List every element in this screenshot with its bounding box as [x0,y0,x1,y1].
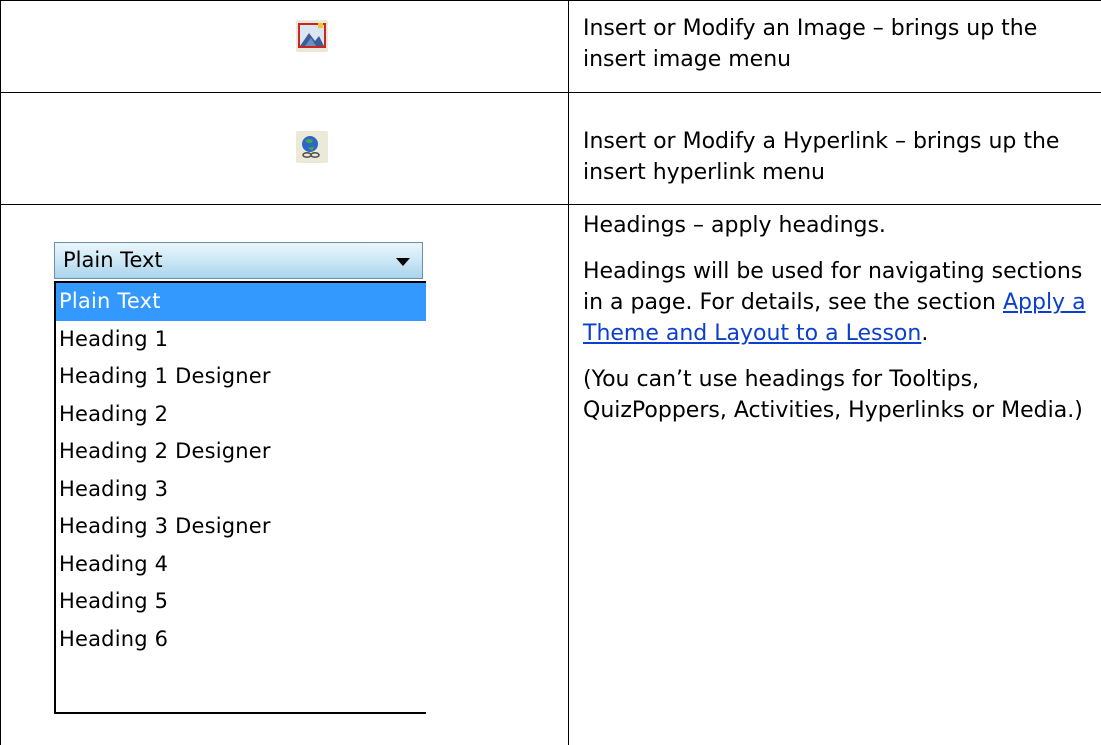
hyperlink-description-text: Insert or Modify a Hyperlink – brings up… [583,129,1060,185]
row-divider-2 [0,204,1101,205]
dropdown-option[interactable]: Heading 1 Designer [56,358,426,396]
dropdown-option[interactable]: Heading 5 [56,583,426,621]
dropdown-option[interactable]: Heading 2 Designer [56,433,426,471]
dropdown-option[interactable]: Heading 2 [56,396,426,434]
insert-image-icon[interactable] [296,20,328,52]
dropdown-option[interactable]: Heading 1 [56,321,426,359]
headings-options-list: Plain Text Heading 1 Heading 1 Designer Hea… [54,281,426,714]
headings-details-suffix: . [921,321,929,346]
column-divider [568,0,569,745]
dropdown-option[interactable]: Heading 3 [56,471,426,509]
chevron-down-icon[interactable] [396,258,410,266]
dropdown-option[interactable]: Heading 3 Designer [56,508,426,546]
image-description: Insert or Modify an Image – brings up th… [583,13,1088,75]
image-description-text: Insert or Modify an Image – brings up th… [583,16,1038,72]
dropdown-option[interactable]: Plain Text [56,283,426,321]
headings-details: Headings will be used for navigating sec… [583,256,1088,349]
headings-note: (You can’t use headings for Tooltips, Qu… [583,367,1083,423]
table-left-border [0,0,1,745]
table-top-border [0,0,1101,1]
dropdown-option[interactable]: Heading 4 [56,546,426,584]
row-divider-1 [0,92,1101,93]
headings-select[interactable]: Plain Text [54,242,423,279]
insert-hyperlink-globe-icon[interactable] [296,131,328,163]
dropdown-option[interactable]: Heading 6 [56,621,426,659]
headings-select-value: Plain Text [63,248,163,272]
headings-summary: Headings – apply headings. [583,213,886,238]
headings-description: Headings – apply headings. Headings will… [583,210,1088,426]
hyperlink-description: Insert or Modify a Hyperlink – brings up… [583,126,1088,188]
